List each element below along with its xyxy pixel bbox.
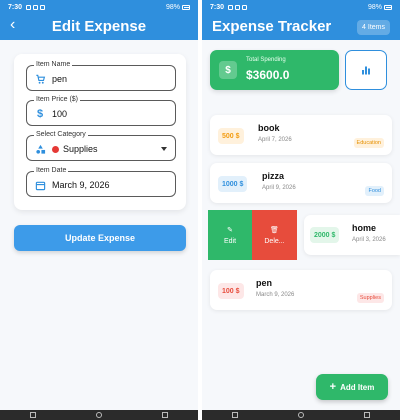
system-nav-bar [0,410,198,420]
category-badge: Supplies [356,293,384,303]
dollar-icon: $ [36,108,44,120]
recents-icon[interactable] [30,412,36,418]
back-icon[interactable] [162,412,168,418]
category-label: Select Category [34,130,88,140]
system-nav-bar [202,410,400,420]
home-icon[interactable] [96,412,102,418]
edit-action-button[interactable]: ✎ Edit [208,210,252,260]
item-price-field[interactable]: Item Price ($) $ 100 [26,95,176,126]
calendar-icon [34,179,46,191]
expense-form: Item Name pen Item Price ($) $ 100 Selec… [14,54,186,210]
expense-card[interactable]: 100 $ pen March 9, 2026 Supplies [210,270,392,310]
page-title: Edit Expense [51,18,147,35]
dollar-icon: $ [219,61,237,79]
status-time: 7:30 [8,3,23,11]
battery-icon [182,4,190,10]
expense-card[interactable]: 1000 $ pizza April 9, 2026 Food [210,163,392,203]
cart-icon [34,73,46,85]
expense-date: April 3, 2026 [352,237,386,243]
status-bar: 7:30 98% [0,0,198,14]
bar-chart-icon [362,66,370,75]
edit-expense-screen: 7:30 98% ‹ Edit Expense Item Name pen It… [0,0,198,420]
item-date-label: Item Date [34,166,69,176]
expense-name: home [352,223,377,233]
status-time: 7:30 [210,3,225,11]
chart-button[interactable] [345,50,387,90]
items-count-badge: 4 Items [357,20,390,35]
category-badge: Education [353,138,384,148]
expense-card[interactable]: 500 $ book April 7, 2026 Education [210,115,392,155]
home-icon[interactable] [298,412,304,418]
expense-date: April 7, 2026 [258,137,292,143]
total-spending-card: $ Total Spending $3600.0 [210,50,339,90]
delete-action-button[interactable]: 🗑 Dele... [252,210,297,260]
total-label: Total Spending [246,57,286,63]
chevron-down-icon [161,147,167,151]
status-icons [228,4,248,10]
expense-amount: 500 $ [218,128,244,144]
add-item-label: Add Item [340,382,375,392]
status-right: 98% [166,4,190,11]
category-value: Supplies [63,144,98,154]
expense-amount: 100 $ [218,283,244,299]
expense-name: pizza [262,171,285,181]
item-name-field[interactable]: Item Name pen [26,60,176,91]
status-icons [26,4,46,10]
delete-label: Dele... [264,238,285,245]
page-title: Expense Tracker [212,18,332,35]
expense-date: April 9, 2026 [262,185,296,191]
trash-icon: 🗑 [270,227,279,234]
plus-icon: + [329,381,337,393]
item-date-field[interactable]: Item Date March 9, 2026 [26,166,176,197]
expense-card[interactable]: 2000 $ home April 3, 2026 [304,215,400,255]
item-price-label: Item Price ($) [34,95,81,105]
battery-icon [384,4,392,10]
pencil-icon: ✎ [227,227,233,234]
back-icon[interactable] [364,412,370,418]
swiped-expense-row: ✎ Edit 🗑 Dele... 2000 $ home April 3, 20… [208,210,400,260]
item-date-value: March 9, 2026 [52,180,110,190]
category-icon [34,143,46,155]
edit-label: Edit [223,238,237,245]
item-price-value: 100 [52,109,68,119]
app-bar: 7:30 98% Expense Tracker 4 Items [202,0,400,40]
expense-amount: 2000 $ [310,227,340,243]
expense-name: book [258,123,280,133]
status-bar: 7:30 98% [202,0,400,14]
total-value: $3600.0 [246,68,290,82]
category-badge: Food [365,186,384,196]
update-expense-button[interactable]: Update Expense [14,225,186,251]
category-color-dot [52,146,59,153]
item-name-label: Item Name [34,60,73,70]
app-bar: 7:30 98% ‹ Edit Expense [0,0,198,40]
recents-icon[interactable] [232,412,238,418]
add-item-button[interactable]: + Add Item [316,374,388,400]
category-select[interactable]: Select Category Supplies [26,130,176,161]
expense-name: pen [256,278,273,288]
expense-date: March 9, 2026 [256,292,295,298]
expense-amount: 1000 $ [218,176,248,192]
expense-tracker-screen: 7:30 98% Expense Tracker 4 Items $ Total… [202,0,400,420]
battery-text: 98% [165,3,180,11]
status-right: 98% [368,4,392,11]
item-name-value: pen [52,74,68,84]
battery-text: 98% [367,3,382,11]
